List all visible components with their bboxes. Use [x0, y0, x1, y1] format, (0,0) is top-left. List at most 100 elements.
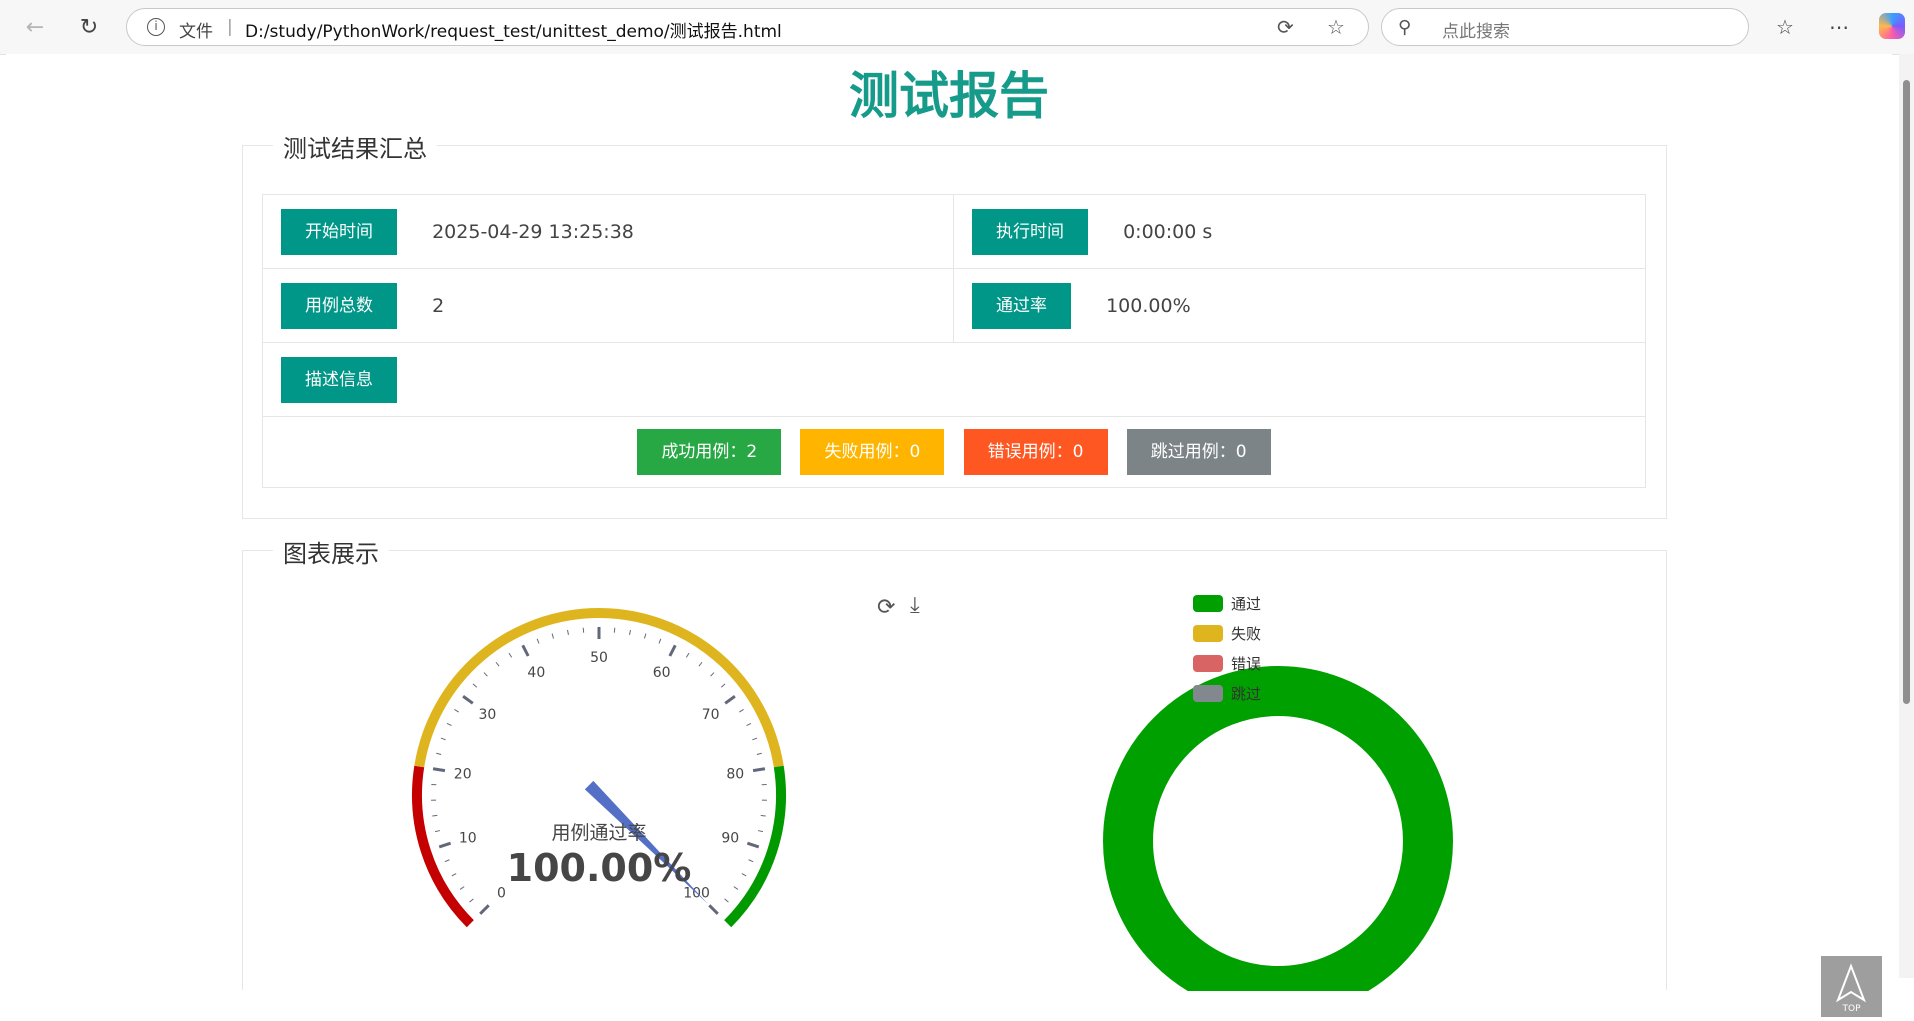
gauge-major-tick — [480, 905, 488, 913]
gauge-minor-tick — [721, 684, 725, 687]
gauge-minor-tick — [757, 753, 762, 754]
table-row: 成功用例：2 失败用例：0 错误用例：0 跳过用例：0 — [263, 417, 1646, 488]
restore-icon[interactable]: ⟳ — [877, 595, 895, 620]
gauge-tick-label: 20 — [454, 766, 472, 782]
gauge-minor-tick — [630, 630, 631, 635]
gauge-minor-tick — [496, 662, 499, 666]
vertical-scrollbar[interactable] — [1899, 54, 1914, 978]
gauge-minor-tick — [734, 887, 738, 890]
gauge-major-tick — [433, 769, 445, 771]
gauge-major-tick — [747, 843, 758, 847]
gauge-tick-label: 40 — [527, 665, 545, 681]
legend-swatch — [1193, 685, 1223, 702]
gauge-tick-label: 0 — [497, 886, 506, 902]
gauge-minor-tick — [470, 899, 474, 902]
desc-cell: 描述信息 — [263, 343, 1646, 417]
gauge-minor-tick — [758, 831, 763, 832]
fail-badge[interactable]: 失败用例：0 — [800, 429, 944, 475]
gauge-minor-tick — [473, 684, 477, 687]
gauge-minor-tick — [699, 662, 702, 666]
gauge-tick-label: 50 — [590, 650, 608, 666]
gauge-minor-tick — [568, 630, 569, 635]
address-bar[interactable]: i 文件 | D:/study/PythonWork/request_test/… — [126, 8, 1369, 46]
favorites-icon[interactable]: ☆ — [1768, 10, 1802, 44]
success-badge[interactable]: 成功用例：2 — [637, 429, 781, 475]
gauge-minor-tick — [454, 709, 458, 712]
gauge-tick-label: 90 — [721, 831, 739, 847]
address-separator: | — [227, 17, 233, 37]
pie-slice — [1128, 691, 1428, 991]
gauge-minor-tick — [752, 738, 757, 740]
gauge-major-tick — [670, 645, 675, 656]
summary-legend: 测试结果汇总 — [273, 129, 437, 164]
gauge-minor-tick — [432, 815, 437, 816]
pass-rate-cell: 通过率 100.00% — [954, 269, 1646, 343]
favorite-star-icon[interactable]: ☆ — [1327, 15, 1345, 39]
exec-time-value: 0:00:00 s — [1123, 221, 1212, 243]
search-placeholder: 点此搜索 — [1442, 17, 1510, 42]
legend-label: 失败 — [1231, 623, 1261, 644]
error-badge[interactable]: 错误用例：0 — [964, 429, 1108, 475]
pass-rate-label: 通过率 — [972, 283, 1071, 329]
total-label: 用例总数 — [281, 283, 397, 329]
legend-swatch — [1193, 595, 1223, 612]
back-arrow-icon[interactable]: ← — [18, 10, 52, 44]
back-to-top-button[interactable]: TOP — [1821, 956, 1882, 1017]
gauge-tick-label: 60 — [653, 665, 671, 681]
gauge-minor-tick — [441, 738, 446, 740]
gauge-minor-tick — [552, 634, 553, 639]
download-icon[interactable]: ⤓ — [910, 593, 920, 618]
pass-rate-value: 100.00% — [1106, 295, 1191, 317]
search-icon: ⚲ — [1398, 17, 1411, 38]
summary-panel: 测试结果汇总 开始时间 2025-04-29 13:25:38 执行时间 0:0… — [242, 145, 1667, 519]
gauge-minor-tick — [761, 815, 766, 816]
gauge-minor-tick — [749, 860, 754, 862]
copilot-icon[interactable] — [1879, 13, 1905, 39]
search-box[interactable]: ⚲ 点此搜索 — [1381, 8, 1749, 46]
gauge-minor-tick — [739, 709, 743, 712]
more-menu-icon[interactable]: ⋯ — [1822, 10, 1856, 44]
gauge-title: 用例通过率 — [551, 822, 646, 844]
gauge-minor-tick — [509, 653, 512, 657]
table-row: 开始时间 2025-04-29 13:25:38 执行时间 0:00:00 s — [263, 195, 1646, 269]
gauge-minor-tick — [725, 899, 729, 902]
read-aloud-icon[interactable]: ⟳ — [1277, 15, 1294, 39]
gauge-minor-tick — [460, 887, 464, 890]
gauge-minor-tick — [445, 860, 450, 862]
browser-toolbar: ← ↻ i 文件 | D:/study/PythonWork/request_t… — [0, 0, 1914, 55]
legend-label: 错误 — [1231, 653, 1261, 674]
refresh-icon[interactable]: ↻ — [72, 10, 106, 44]
gauge-minor-tick — [746, 723, 751, 725]
total-value: 2 — [432, 295, 444, 317]
start-time-value: 2025-04-29 13:25:38 — [432, 221, 634, 243]
start-time-label: 开始时间 — [281, 209, 397, 255]
gauge-minor-tick — [644, 634, 645, 639]
skip-badge[interactable]: 跳过用例：0 — [1127, 429, 1271, 475]
total-cell: 用例总数 2 — [263, 269, 954, 343]
gauge-minor-tick — [659, 639, 661, 644]
back-to-top-icon: TOP — [1821, 956, 1882, 1017]
gauge-minor-tick — [484, 673, 487, 677]
address-file-label: 文件 — [179, 17, 213, 42]
page-title: 测试报告 — [6, 56, 1892, 128]
report-page: 测试报告 测试结果汇总 开始时间 2025-04-29 13:25:38 执行时… — [6, 54, 1892, 978]
gauge-major-tick — [523, 645, 528, 656]
gauge-minor-tick — [447, 723, 452, 725]
gauge-tick-label: 30 — [478, 707, 496, 723]
summary-table: 开始时间 2025-04-29 13:25:38 执行时间 0:00:00 s … — [262, 194, 1646, 488]
gauge-minor-tick — [452, 874, 456, 876]
gauge-major-tick — [463, 696, 473, 703]
gauge-tick-label: 80 — [726, 766, 744, 782]
table-row: 用例总数 2 通过率 100.00% — [263, 269, 1646, 343]
site-info-icon[interactable]: i — [147, 18, 165, 36]
scrollbar-thumb[interactable] — [1903, 80, 1910, 704]
gauge-value: 100.00% — [507, 846, 692, 890]
gauge-minor-tick — [742, 874, 746, 876]
legend-swatch — [1193, 655, 1223, 672]
chart-panel: 图表展示 0102030405060708090100用例通过率100.00% … — [242, 550, 1667, 990]
exec-time-cell: 执行时间 0:00:00 s — [954, 195, 1646, 269]
gauge-tick-label: 10 — [459, 831, 477, 847]
address-url[interactable]: D:/study/PythonWork/request_test/unittes… — [245, 17, 782, 42]
gauge-major-tick — [753, 769, 765, 771]
gauge-minor-tick — [711, 673, 714, 677]
